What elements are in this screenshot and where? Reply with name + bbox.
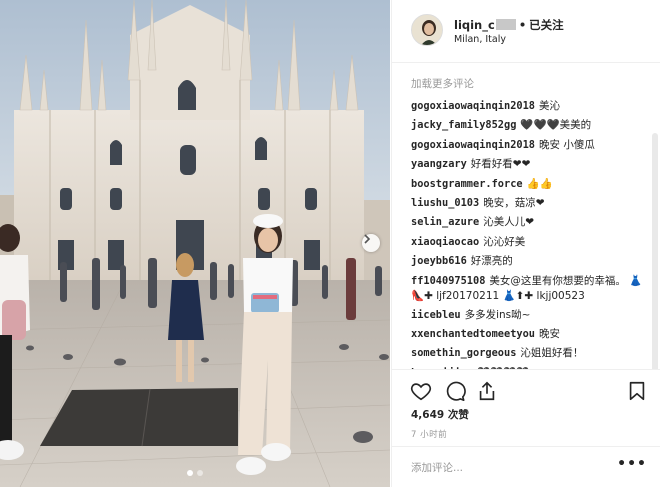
comment-username[interactable]: gogoxiaowaqinqin2018: [411, 100, 535, 112]
carousel-dot: [187, 470, 193, 476]
load-more-comments-link[interactable]: 加载更多评论: [411, 76, 474, 91]
comment-username[interactable]: boostgrammer.force: [411, 178, 523, 190]
chevron-right-icon: [364, 234, 371, 244]
comment-item: ff1040975108 美女@这里有你想要的幸福。 👗👠✚ ljf2017021…: [411, 272, 647, 306]
comment-button[interactable]: [444, 380, 466, 402]
header-separator: •: [518, 18, 527, 32]
post-username[interactable]: liqin_c: [454, 18, 495, 32]
comment-username[interactable]: iicebleu: [411, 309, 461, 321]
like-count[interactable]: 4,649 次赞: [411, 407, 469, 422]
share-button[interactable]: [476, 380, 498, 402]
post-sidebar: liqin_c • 已关注 Milan, Italy 加载更多评论 gogoxiao…: [391, 0, 660, 487]
comment-username[interactable]: xxenchantedtomeetyou: [411, 328, 535, 340]
comment-item: liushu_0103 晚安，菇凉❤: [411, 194, 647, 213]
milan-cathedral-photo: [0, 0, 390, 487]
comment-username[interactable]: somethin_gorgeous: [411, 347, 516, 359]
post-header: liqin_c • 已关注 Milan, Italy: [392, 0, 660, 63]
post-timestamp[interactable]: 7 小时前: [411, 428, 447, 440]
comment-text: 👍👍: [526, 177, 553, 190]
comment-item: joeybb616 好漂亮的: [411, 252, 647, 271]
comment-text: 沁姐姐好看！: [520, 347, 584, 360]
redacted-username-blur: [495, 19, 516, 30]
comment-username[interactable]: liushu_0103: [411, 197, 479, 209]
comment-item: boostgrammer.force 👍👍: [411, 175, 647, 194]
comment-username[interactable]: joeybb616: [411, 255, 467, 267]
avatar[interactable]: [411, 14, 443, 46]
comment-item: selin_azure 沁美人儿❤: [411, 213, 647, 232]
comment-item: xiaoqiaocao 沁沁好美: [411, 233, 647, 252]
comment-item: iicebleu 多多发ins呦~: [411, 306, 647, 325]
follow-status-button[interactable]: 已关注: [529, 18, 564, 32]
comment-list: gogoxiaowaqinqin2018 美沁 jacky_family852gg…: [411, 97, 647, 369]
comment-username[interactable]: jacky_family852gg: [411, 119, 516, 131]
comment-text: 美沁: [539, 100, 560, 112]
save-button[interactable]: [626, 380, 648, 402]
comment-item: gogoxiaowaqinqin2018 晚安 小傻瓜: [411, 136, 647, 155]
comment-item: somethin_gorgeous 沁姐姐好看！: [411, 344, 647, 363]
comment-text: 晚安 小傻瓜: [539, 138, 595, 151]
comment-username[interactable]: yaangzary: [411, 158, 467, 170]
comment-item: jacky_family852gg 🖤🖤🖤美美的: [411, 116, 647, 135]
comment-text: 沁沁好美: [483, 235, 526, 248]
bookmark-icon: [629, 381, 645, 401]
comment-text: 晚安: [539, 328, 560, 341]
comment-item: gogoxiaowaqinqin2018 美沁: [411, 97, 647, 116]
heart-icon: [410, 383, 432, 401]
comment-text: 好看好看❤❤: [470, 158, 531, 171]
comment-username[interactable]: selin_azure: [411, 216, 479, 228]
comment-item: yaangzary 好看好看❤❤: [411, 155, 647, 174]
like-button[interactable]: [410, 380, 432, 402]
comment-text: 晚安，菇凉❤: [483, 197, 545, 210]
share-icon: [479, 381, 495, 401]
add-comment-input[interactable]: [411, 459, 621, 477]
add-comment-bar: •••: [392, 446, 660, 487]
post-photo[interactable]: [0, 0, 390, 487]
comment-text: 🖤🖤🖤美美的: [520, 119, 592, 132]
next-photo-button[interactable]: [362, 234, 380, 252]
carousel-dot: [197, 470, 203, 476]
carousel-dots: [0, 470, 390, 476]
comment-text: 多多发ins呦~: [464, 308, 531, 321]
comments-section[interactable]: 加载更多评论 gogoxiaowaqinqin2018 美沁 jacky_fami…: [392, 63, 660, 369]
comment-text: 好漂亮的: [470, 255, 513, 268]
comment-text: 沁美人儿❤: [483, 216, 535, 229]
comment-bubble-icon: [446, 381, 466, 401]
comment-username[interactable]: gogoxiaowaqinqin2018: [411, 139, 535, 151]
profile-photo-avatar-icon: [412, 15, 442, 45]
comment-item: xxenchantedtomeetyou 晚安: [411, 325, 647, 344]
post-location[interactable]: Milan, Italy: [454, 34, 506, 45]
comments-scrollbar[interactable]: [652, 133, 658, 369]
comment-username[interactable]: ff1040975108: [411, 275, 485, 287]
comment-username[interactable]: xiaoqiaocao: [411, 236, 479, 248]
more-options-button[interactable]: •••: [617, 457, 647, 471]
